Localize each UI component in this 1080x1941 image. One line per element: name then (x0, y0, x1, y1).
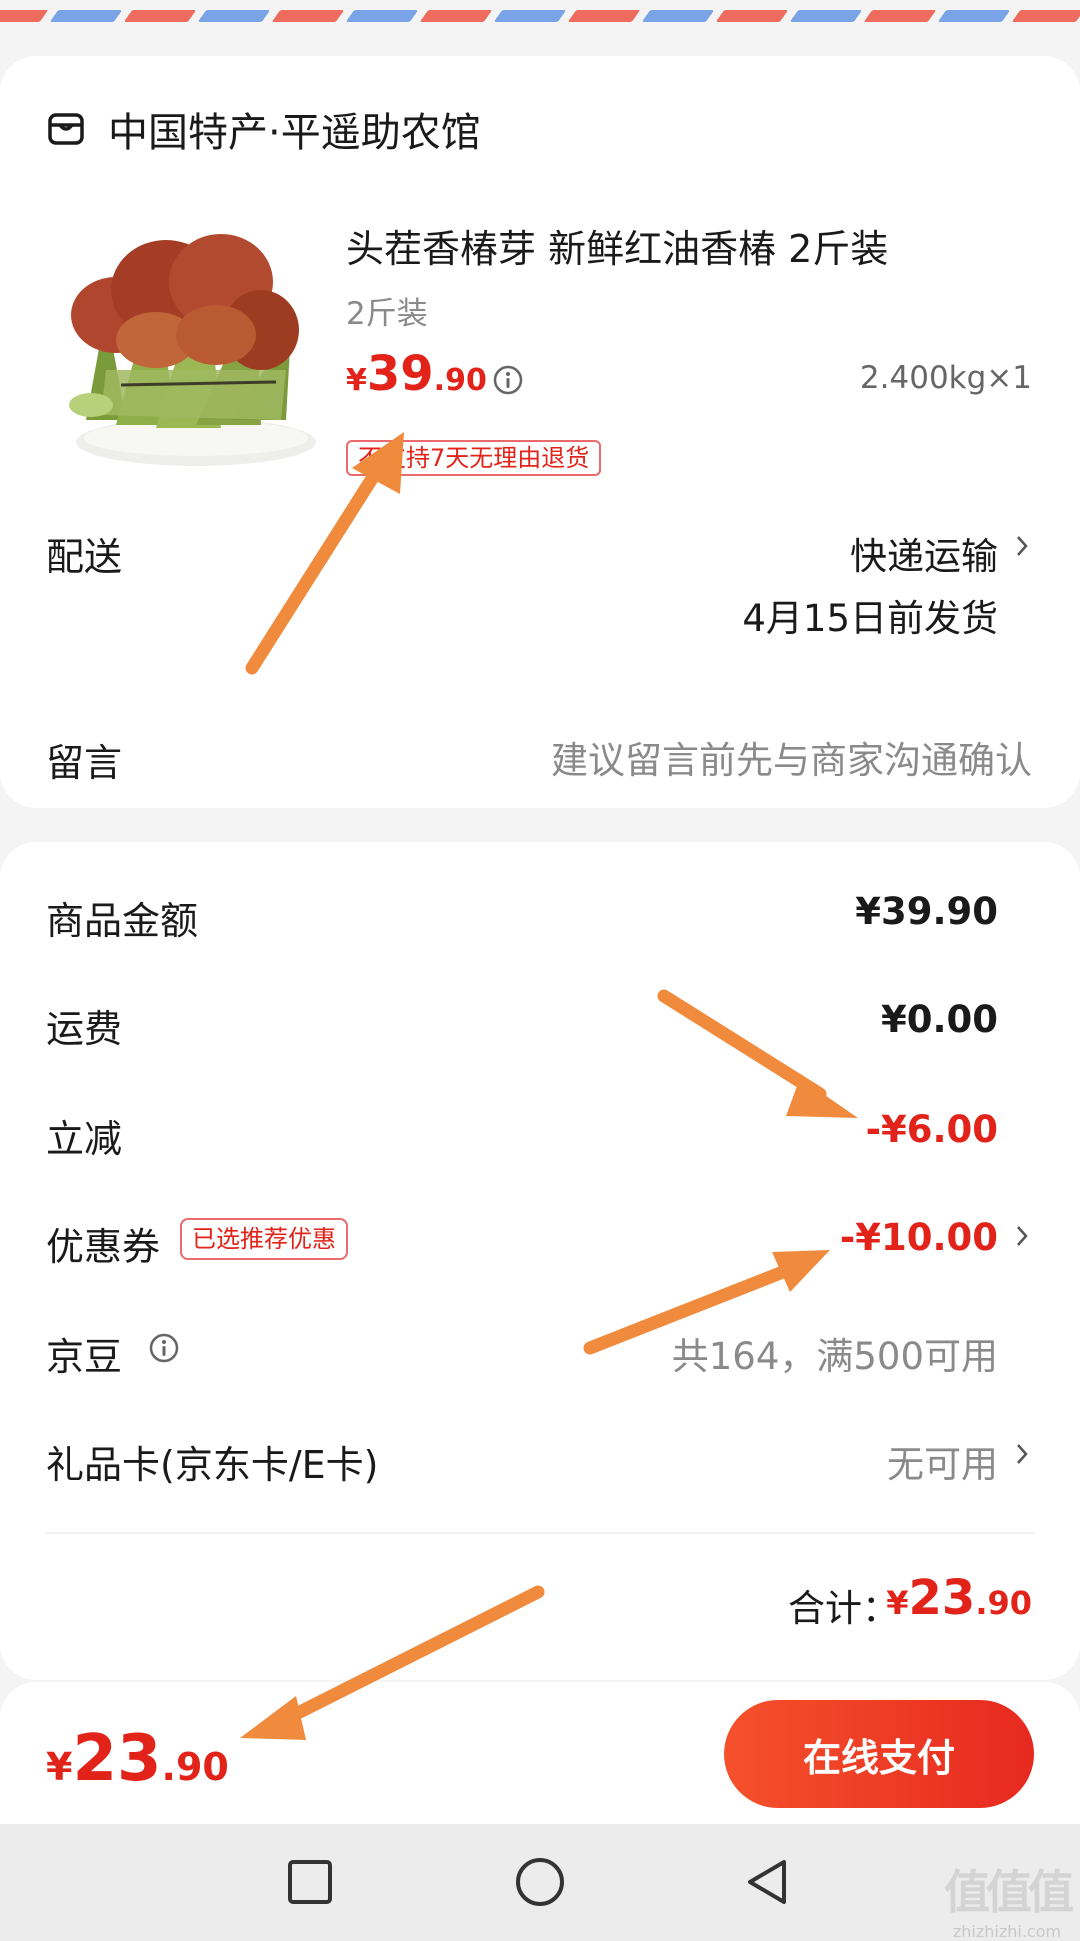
store-name: 中国特产·平遥助农馆 (108, 110, 481, 156)
coupon-recommended-tag: 已选推荐优惠 (180, 1218, 348, 1260)
envelope-stripe (197, 10, 271, 22)
product-price-decimal: .90 (433, 363, 487, 398)
home-icon[interactable] (514, 1856, 566, 1908)
goods-amount-label: 商品金额 (46, 899, 199, 943)
instant-discount-value: -¥6.00 (865, 1108, 998, 1151)
coupon-label: 优惠券 (46, 1225, 161, 1269)
system-navigation-bar (0, 1824, 1080, 1941)
jingdou-value: 共164，满500可用 (671, 1335, 998, 1378)
chevron-right-icon[interactable] (1012, 1222, 1032, 1250)
envelope-stripe (715, 10, 789, 22)
checkout-price: ¥ 23 .90 (46, 1722, 229, 1796)
product-price-currency: ¥ (346, 363, 367, 398)
store-icon (48, 113, 84, 145)
envelope-stripe (419, 10, 493, 22)
envelope-stripe (567, 10, 641, 22)
chevron-right-icon[interactable] (1012, 1440, 1032, 1468)
product-spec: 2斤装 (346, 296, 428, 332)
envelope-stripe-border (0, 0, 1080, 26)
shipping-fee-value: ¥0.00 (880, 998, 998, 1041)
envelope-stripe (937, 10, 1011, 22)
watermark-url: zhizhizhi.com (952, 1922, 1062, 1941)
chevron-right-icon[interactable] (1012, 532, 1032, 560)
envelope-stripe (0, 10, 49, 22)
checkout-price-integer: 23 (72, 1722, 162, 1796)
checkout-price-decimal: .90 (161, 1745, 229, 1789)
checkout-price-currency: ¥ (46, 1745, 73, 1789)
summary-divider (46, 1532, 1034, 1534)
envelope-stripe (345, 10, 419, 22)
goods-amount-value: ¥39.90 (855, 890, 998, 933)
back-icon[interactable] (742, 1856, 794, 1908)
envelope-stripe (493, 10, 567, 22)
coupon-value[interactable]: -¥10.00 (840, 1216, 998, 1259)
jingdou-info-icon[interactable] (148, 1332, 180, 1364)
envelope-stripe (1011, 10, 1080, 22)
message-input[interactable]: 建议留言前先与商家沟通确认 (551, 730, 1032, 784)
delivery-method[interactable]: 快递运输 (850, 526, 998, 580)
ship-date: 4月15日前发货 (742, 597, 998, 640)
gift-card-value[interactable]: 无可用 (887, 1434, 998, 1488)
envelope-stripe (789, 10, 863, 22)
envelope-stripe (271, 10, 345, 22)
envelope-stripe (641, 10, 715, 22)
total-price-currency: ¥ (886, 1584, 909, 1622)
store-header[interactable]: 中国特产·平遥助农馆 (46, 100, 481, 158)
total-price-decimal: .90 (975, 1584, 1032, 1622)
product-price-integer: 39 (366, 346, 434, 402)
pay-online-button[interactable]: 在线支付 (724, 1700, 1034, 1808)
total-price-integer: 23 (908, 1570, 976, 1626)
jingdou-label: 京豆 (46, 1335, 123, 1379)
product-price: ¥ 39 .90 (346, 346, 487, 402)
product-title[interactable]: 头茬香椿芽 新鲜红油香椿 2斤装 (346, 218, 888, 273)
envelope-stripe (863, 10, 937, 22)
return-policy-tag: 不支持7天无理由退货 (346, 440, 602, 476)
message-label: 留言 (46, 741, 123, 785)
shipping-fee-label: 运费 (46, 1007, 123, 1051)
instant-discount-label: 立减 (46, 1117, 123, 1161)
price-info-icon[interactable] (492, 364, 524, 396)
price-summary-card (0, 842, 1080, 1680)
total-price: ¥ 23 .90 (886, 1570, 1032, 1626)
envelope-stripe (49, 10, 123, 22)
recent-apps-icon[interactable] (284, 1856, 336, 1908)
watermark: 值值值 zhizhizhi.com (944, 1856, 1074, 1941)
gift-card-label: 礼品卡(京东卡/E卡) (46, 1443, 379, 1487)
watermark-logo: 值值值 (944, 1865, 1074, 1919)
envelope-stripe (123, 10, 197, 22)
total-label: 合计： (788, 1587, 899, 1630)
product-image[interactable] (46, 220, 316, 480)
delivery-label: 配送 (46, 535, 123, 579)
product-weight-quantity: 2.400kg×1 (859, 360, 1032, 396)
